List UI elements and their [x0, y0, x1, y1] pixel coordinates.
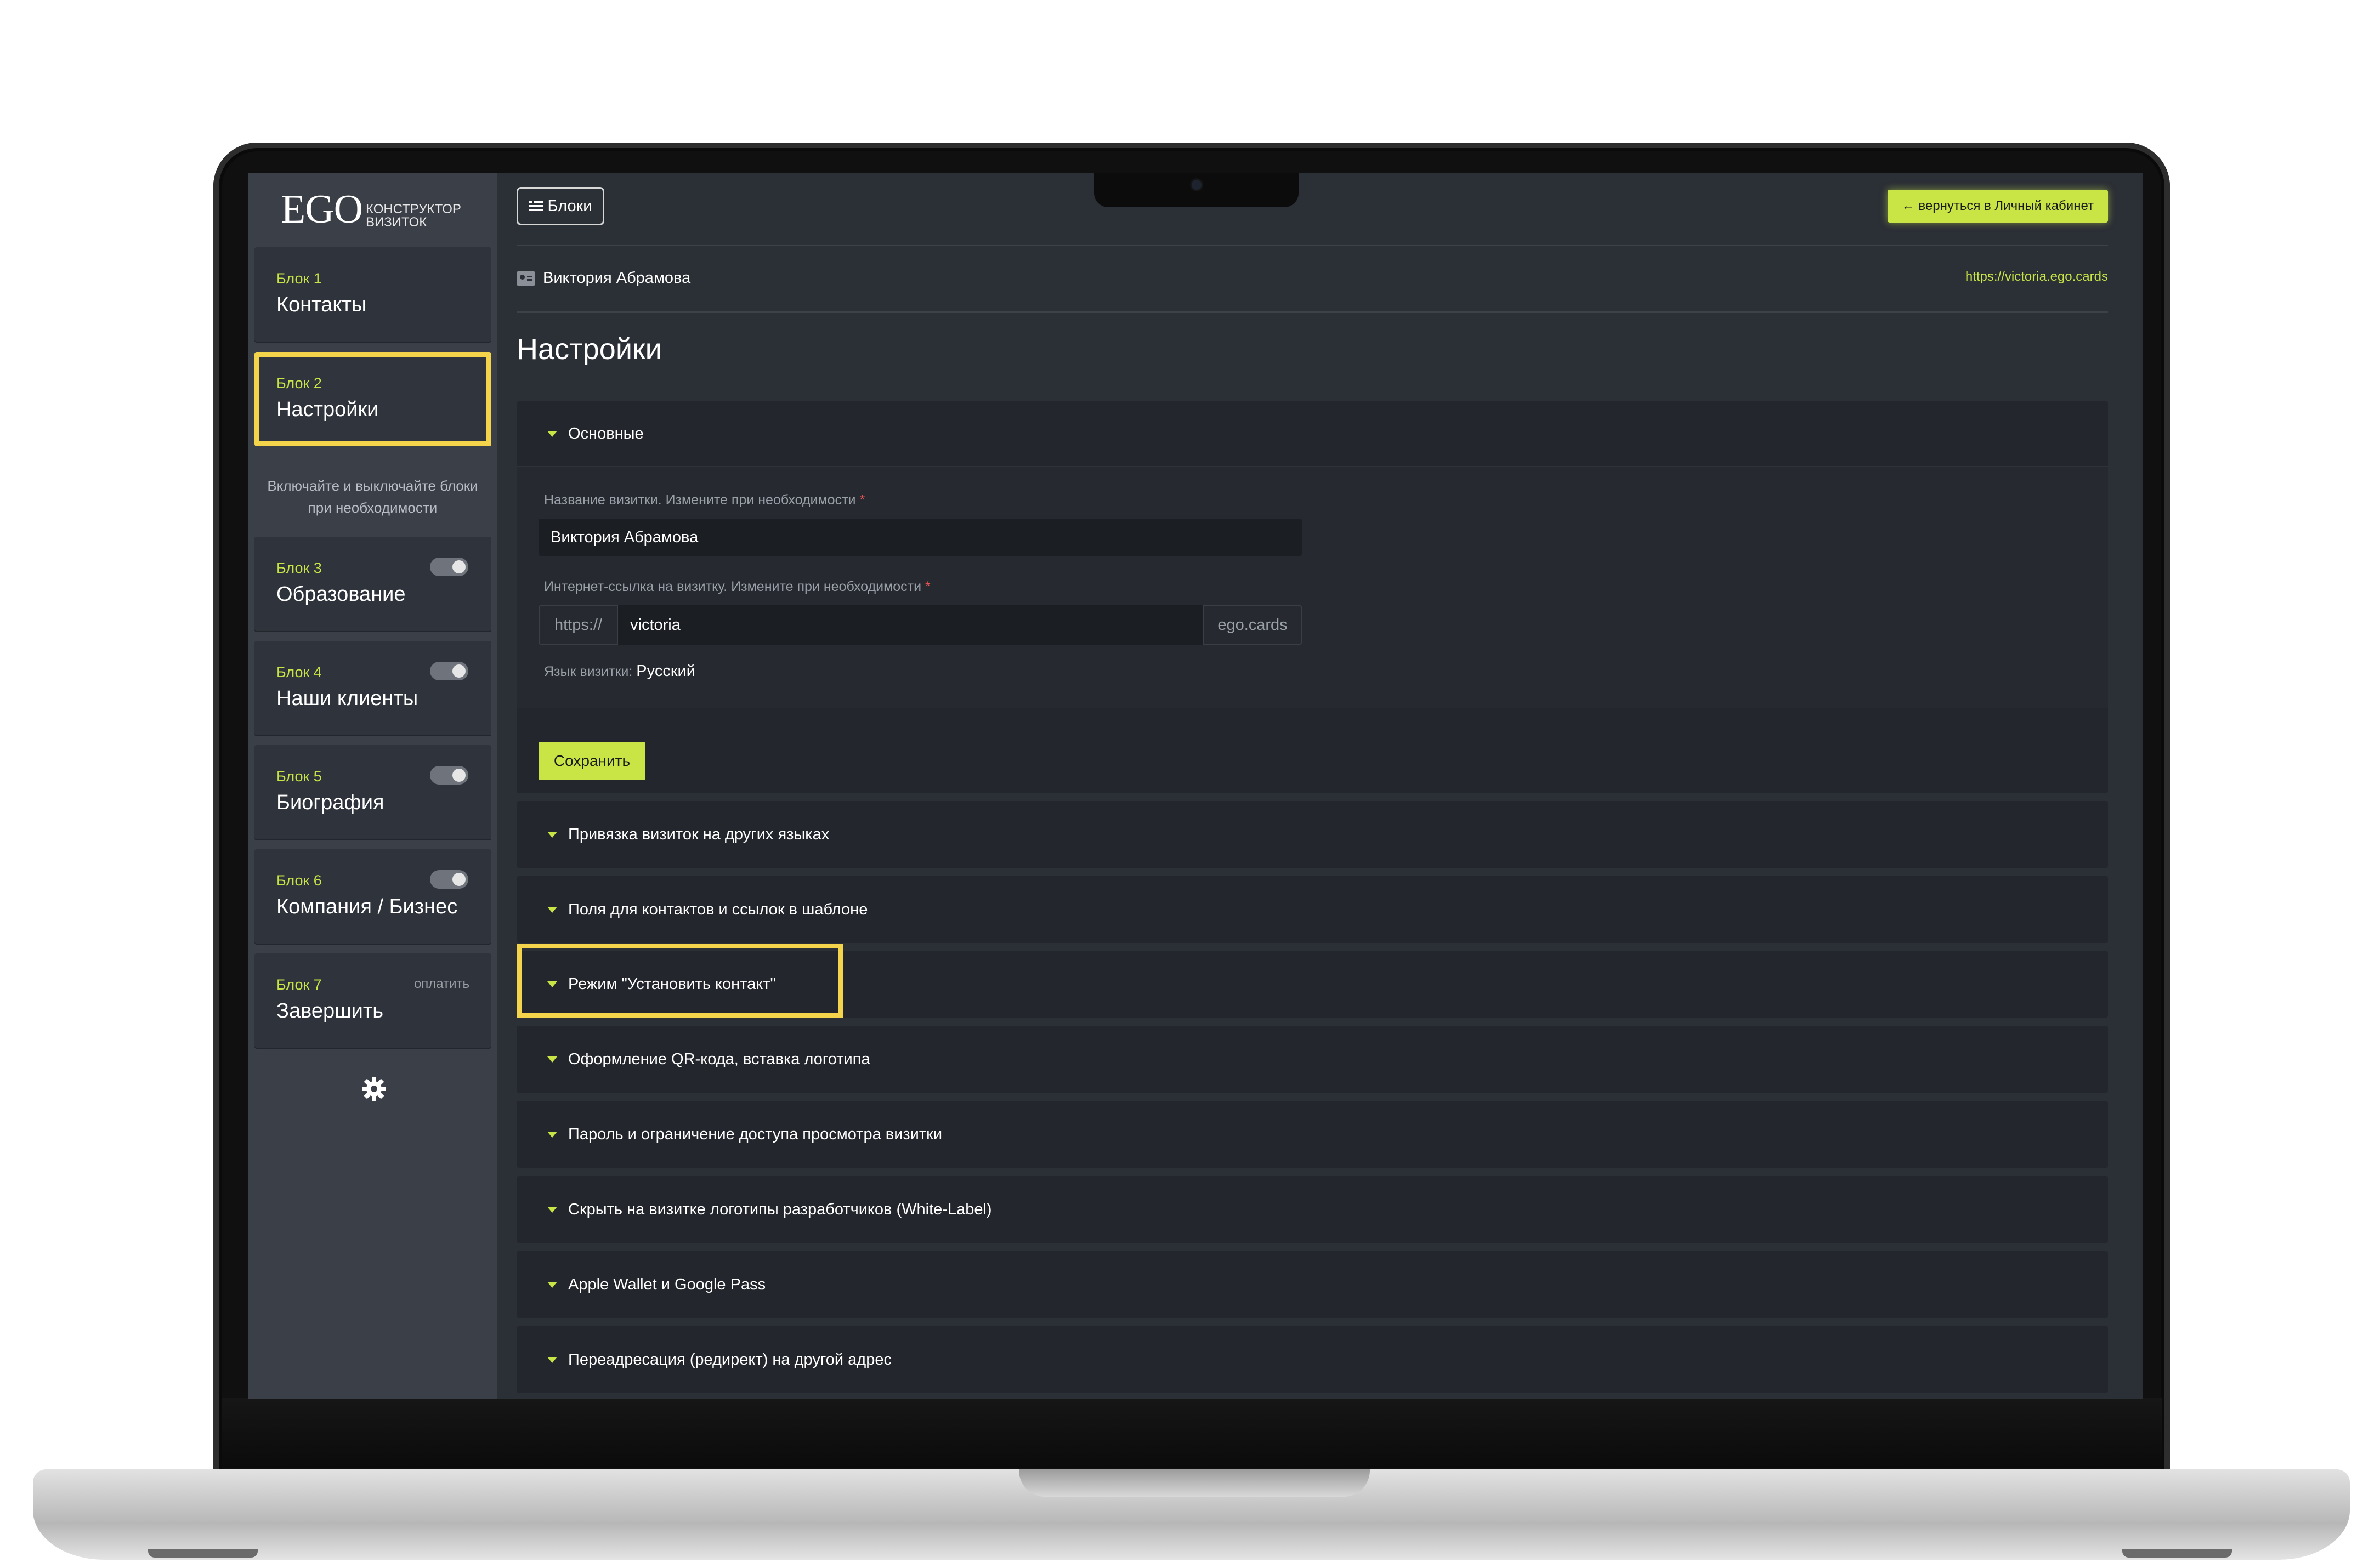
sidebar: EGO КОНСТРУКТОР ВИЗИТОК Блок 1 Контакты … [248, 173, 497, 1399]
block-number: Блок 4 [276, 664, 322, 680]
sidebar-block-finish[interactable]: Блок 7 Завершить оплатить [254, 953, 491, 1048]
section-white-label[interactable]: Скрыть на визитке логотипы разработчиков… [517, 1176, 2108, 1243]
section-title: Поля для контактов и ссылок в шаблоне [568, 900, 868, 918]
block-title: Наши клиенты [276, 687, 418, 710]
block-title: Биография [276, 791, 384, 814]
logo-subtitle: КОНСТРУКТОР ВИЗИТОК [366, 202, 461, 230]
sidebar-block-settings[interactable]: Блок 2 Настройки [254, 352, 491, 446]
section-wallet[interactable]: Apple Wallet и Google Pass [517, 1251, 2108, 1318]
gear-icon[interactable] [358, 1072, 390, 1105]
logo-mark: EGO [281, 187, 363, 232]
block-number: Блок 5 [276, 768, 322, 785]
pay-tag: оплатить [413, 976, 469, 991]
section-header-content: Apple Wallet и Google Pass [547, 1251, 766, 1318]
section-header-content: Оформление QR-кода, вставка логотипа [547, 1026, 870, 1093]
highlight-frame [517, 944, 843, 1018]
sidebar-block-clients[interactable]: Блок 4 Наши клиенты [254, 641, 491, 735]
link-field-label: Интернет-ссылка на визитку. Измените при… [544, 579, 931, 595]
page-title: Настройки [517, 333, 662, 366]
block-number: Блок 6 [276, 872, 322, 889]
card-owner: Виктория Абрамова [517, 269, 690, 287]
language-label: Язык визитки: [544, 664, 633, 679]
sidebar-block-education[interactable]: Блок 3 Образование [254, 537, 491, 631]
section-contact-fields[interactable]: Поля для контактов и ссылок в шаблоне [517, 876, 2108, 943]
caret-down-icon [547, 1206, 557, 1213]
section-main-settings: Основные [517, 401, 2108, 793]
caret-down-icon [547, 1356, 557, 1363]
sidebar-block-biography[interactable]: Блок 5 Биография [254, 745, 491, 839]
blocks-button-label: Блоки [547, 197, 592, 215]
section-header[interactable]: Основные [517, 401, 2108, 467]
block-toggle[interactable] [430, 870, 468, 889]
back-to-account-button[interactable]: ← вернуться в Личный кабинет [1887, 190, 2108, 223]
name-field-label: Название визитки. Измените при необходим… [544, 492, 865, 508]
section-header-content: Скрыть на визитке логотипы разработчиков… [547, 1176, 992, 1243]
block-toggle[interactable] [430, 766, 468, 785]
block-number: Блок 3 [276, 560, 322, 576]
section-qr-code[interactable]: Оформление QR-кода, вставка логотипа [517, 1026, 2108, 1093]
block-title: Контакты [276, 293, 367, 316]
name-label-text: Название визитки. Измените при необходим… [544, 492, 856, 508]
card-owner-name: Виктория Абрамова [543, 269, 691, 287]
card-url-link[interactable]: https://victoria.ego.cards [1965, 269, 2108, 285]
required-mark: * [925, 579, 931, 594]
section-header-content: Переадресация (редирект) на другой адрес [547, 1326, 892, 1393]
section-title: Оформление QR-кода, вставка логотипа [568, 1050, 870, 1068]
block-title: Образование [276, 583, 406, 606]
block-title: Настройки [276, 398, 379, 421]
main-content: Блоки ← вернуться в Личный кабинет Викто… [517, 173, 2123, 1399]
section-header-content: Пароль и ограничение доступа просмотра в… [547, 1101, 942, 1168]
save-button[interactable]: Сохранить [539, 742, 645, 780]
block-title: Завершить [276, 999, 384, 1022]
caret-down-icon [547, 831, 557, 838]
id-card-icon [517, 271, 535, 286]
camera-notch [1094, 173, 1299, 207]
block-toggle[interactable] [430, 662, 468, 680]
section-header-content: Поля для контактов и ссылок в шаблоне [547, 876, 868, 943]
caret-down-icon [547, 906, 557, 913]
section-title: Привязка визиток на других языках [568, 825, 830, 843]
section-redirect[interactable]: Переадресация (редирект) на другой адрес [517, 1326, 2108, 1393]
section-title: Скрыть на визитке логотипы разработчиков… [568, 1200, 992, 1218]
section-header-content: Привязка визиток на других языках [547, 801, 829, 868]
caret-down-icon [547, 430, 557, 437]
card-name-input[interactable]: Виктория Абрамова [539, 519, 1302, 556]
card-link-input[interactable]: victoria [618, 605, 1203, 645]
url-suffix: ego.cards [1203, 605, 1302, 645]
section-title: Переадресация (редирект) на другой адрес [568, 1350, 892, 1368]
laptop-foot [148, 1549, 258, 1558]
divider [517, 311, 2108, 313]
screen: EGO КОНСТРУКТОР ВИЗИТОК Блок 1 Контакты … [248, 173, 2143, 1399]
caret-down-icon [547, 1281, 557, 1288]
block-number: Блок 7 [276, 976, 322, 993]
menu-icon [529, 201, 543, 211]
section-title: Основные [568, 424, 644, 442]
block-toggle[interactable] [430, 558, 468, 576]
section-password[interactable]: Пароль и ограничение доступа просмотра в… [517, 1101, 2108, 1168]
sidebar-hint: Включайте и выключайте блоки при необход… [267, 478, 478, 516]
section-header-content: Основные [547, 401, 644, 466]
card-language: Язык визитки: Русский [544, 662, 695, 680]
laptop-chin [222, 1398, 2162, 1468]
language-value[interactable]: Русский [636, 662, 695, 680]
block-number: Блок 2 [276, 375, 322, 391]
section-language-linking[interactable]: Привязка визиток на других языках [517, 801, 2108, 868]
divider [517, 245, 2108, 246]
section-title: Пароль и ограничение доступа просмотра в… [568, 1125, 943, 1143]
required-mark: * [859, 492, 865, 508]
blocks-menu-button[interactable]: Блоки [517, 187, 604, 225]
laptop-opening-notch [1019, 1469, 1370, 1497]
caret-down-icon [547, 1056, 557, 1063]
url-prefix: https:// [539, 605, 618, 645]
section-title: Apple Wallet и Google Pass [568, 1275, 766, 1293]
sidebar-block-company[interactable]: Блок 6 Компания / Бизнес [254, 849, 491, 944]
link-label-text: Интернет-ссылка на визитку. Измените при… [544, 579, 922, 594]
laptop-foot [2122, 1549, 2232, 1558]
sidebar-block-contacts[interactable]: Блок 1 Контакты [254, 247, 491, 342]
card-link-field: https:// victoria ego.cards [539, 605, 1302, 645]
block-title: Компания / Бизнес [276, 895, 458, 918]
block-number: Блок 1 [276, 270, 322, 287]
caret-down-icon [547, 1131, 557, 1138]
